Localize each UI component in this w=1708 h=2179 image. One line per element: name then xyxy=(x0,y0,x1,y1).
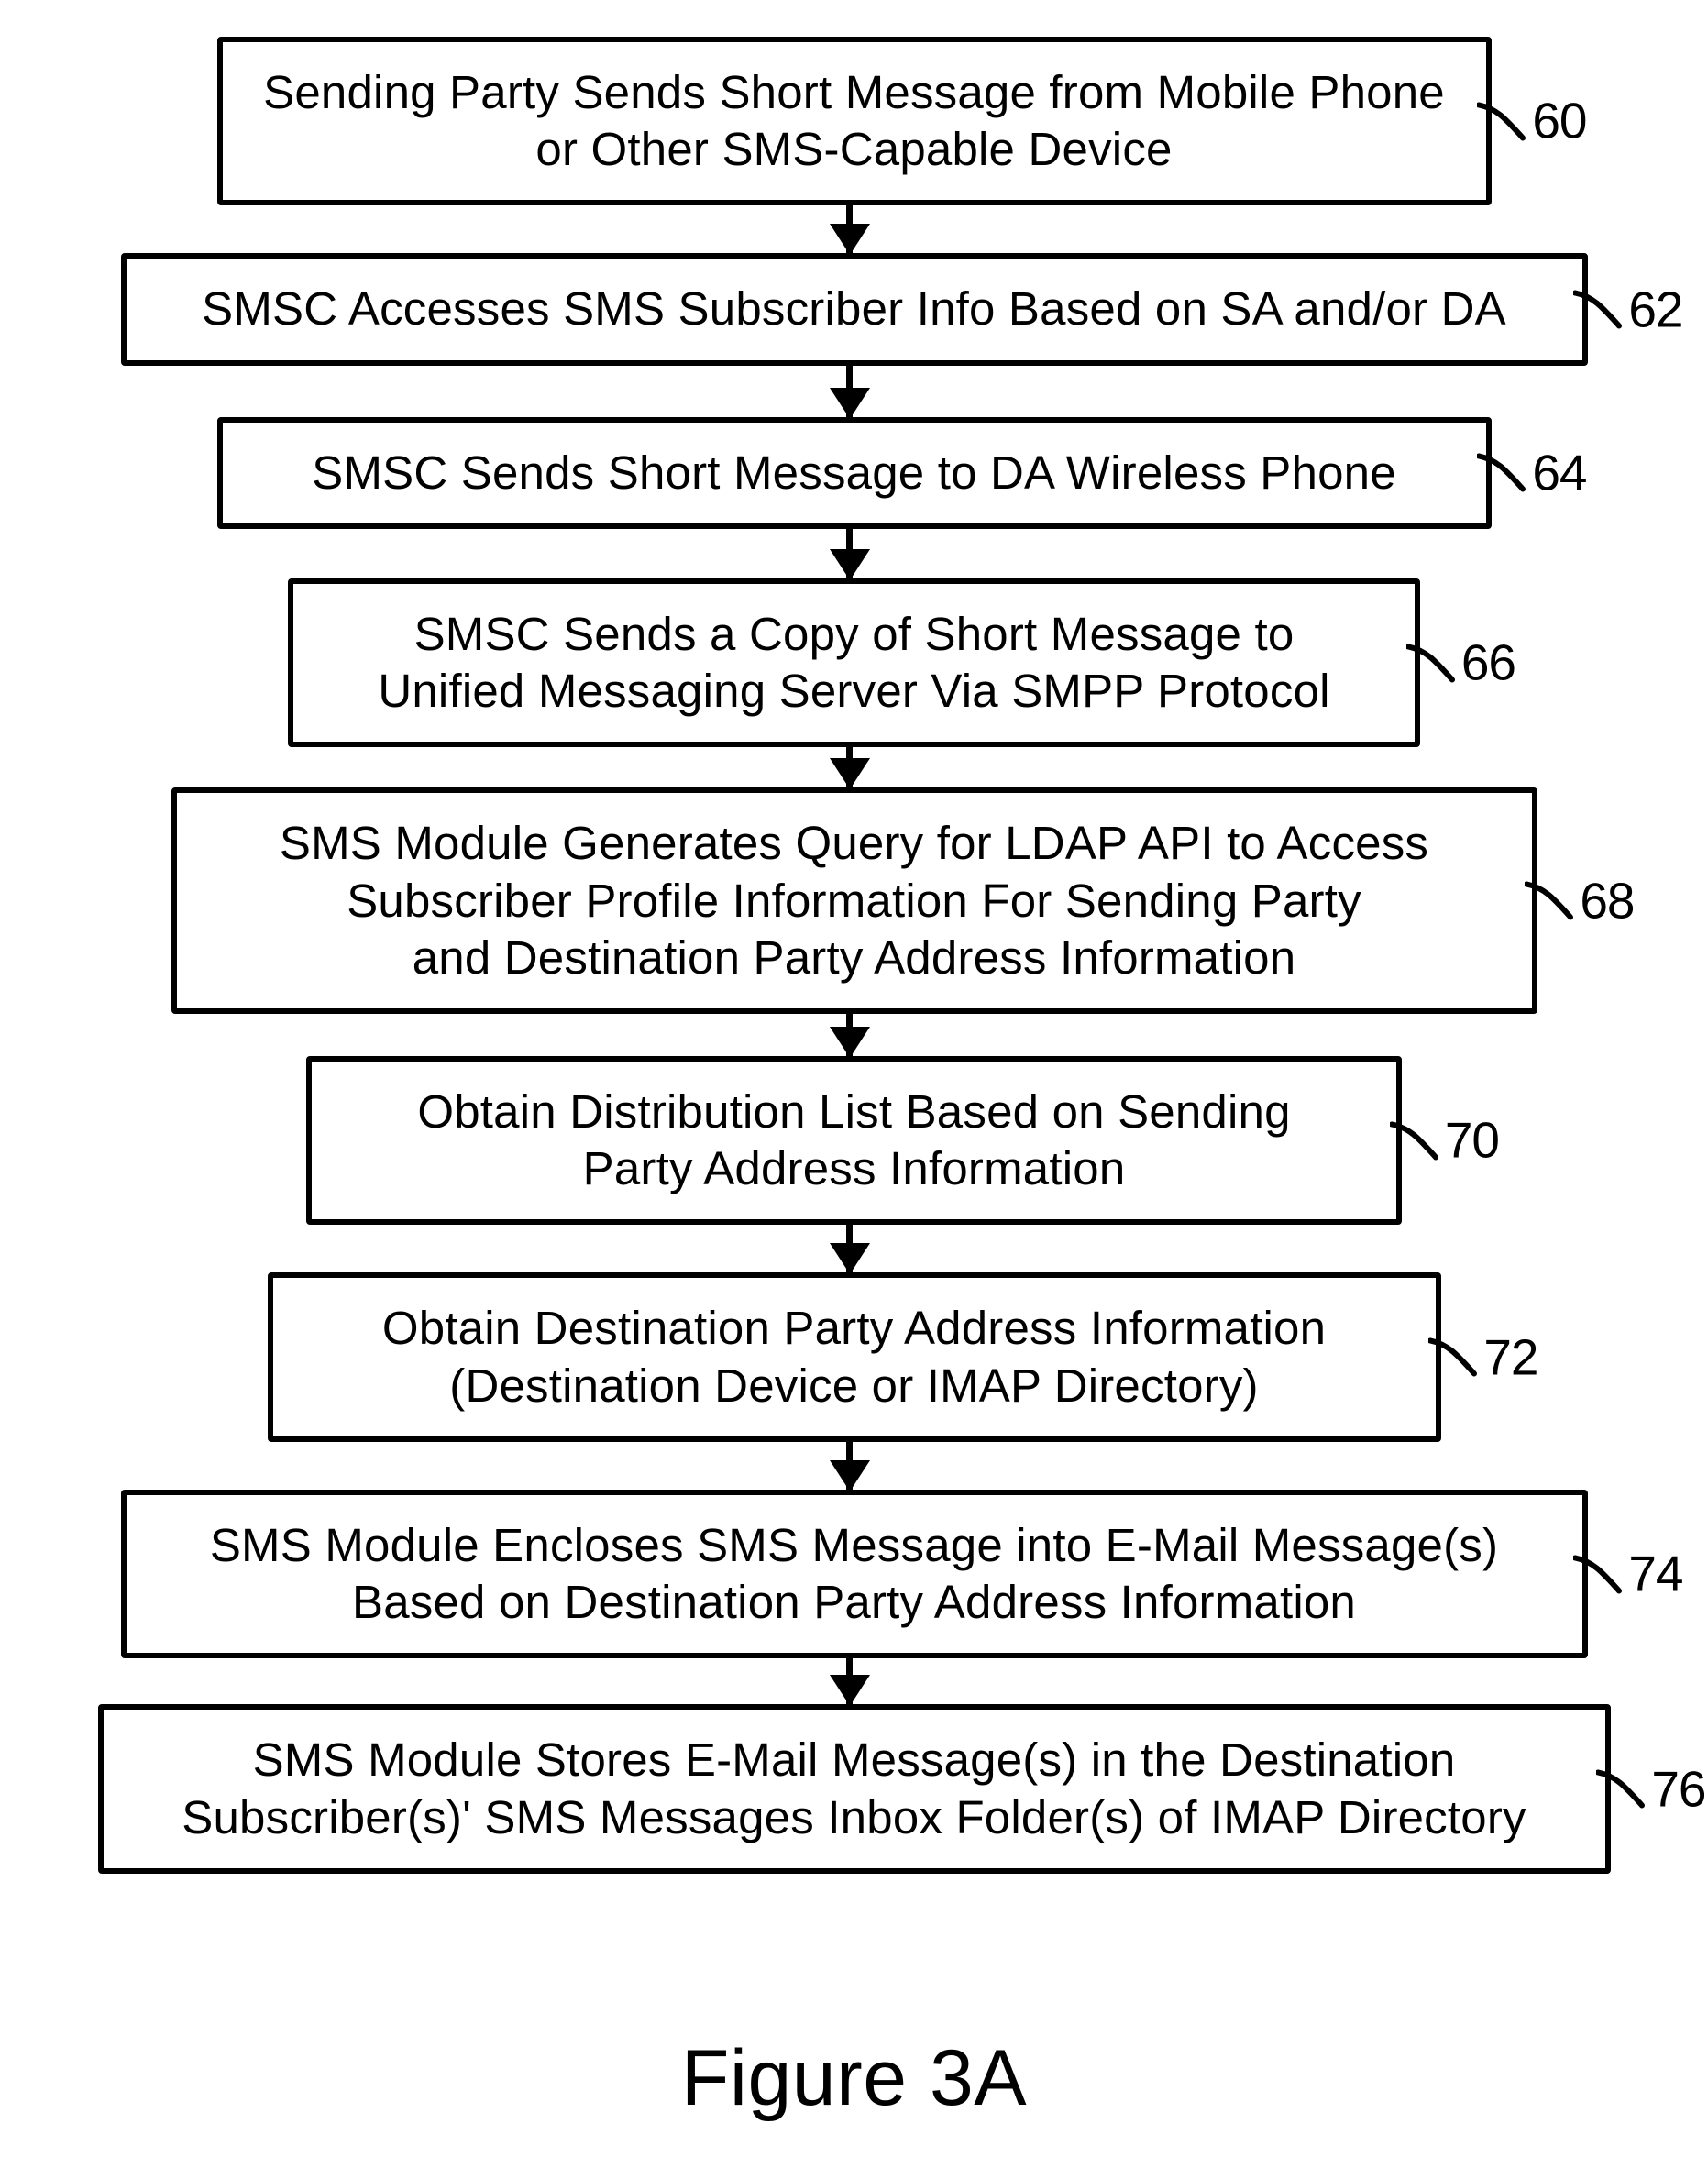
flow-arrow xyxy=(846,529,853,578)
reference-number: 66 xyxy=(1461,633,1515,694)
reference-number: 70 xyxy=(1445,1110,1499,1172)
flow-step-text: SMSC Accesses SMS Subscriber Info Based … xyxy=(202,282,1506,335)
reference-label: 68 xyxy=(1525,870,1634,931)
flow-step-text: SMS Module Stores E-Mail Message(s) in t… xyxy=(182,1733,1526,1843)
reference-number: 72 xyxy=(1483,1326,1537,1388)
flow-arrow xyxy=(846,205,853,253)
reference-number: 74 xyxy=(1628,1544,1682,1605)
flow-arrow xyxy=(846,1658,853,1704)
flowchart-column: Sending Party Sends Short Message from M… xyxy=(0,37,1708,1874)
flow-step: SMS Module Generates Query for LDAP API … xyxy=(171,787,1537,1014)
flow-step: SMS Module Stores E-Mail Message(s) in t… xyxy=(98,1704,1611,1873)
flow-arrow xyxy=(846,1014,853,1056)
reference-number: 68 xyxy=(1580,870,1634,931)
flow-step-text: Sending Party Sends Short Message from M… xyxy=(263,66,1445,175)
reference-number: 62 xyxy=(1628,279,1682,340)
flow-step-text: Obtain Distribution List Based on Sendin… xyxy=(417,1085,1290,1194)
flow-step-text: SMSC Sends a Copy of Short Message to Un… xyxy=(378,608,1329,717)
reference-label: 72 xyxy=(1428,1326,1537,1388)
flow-step-text: SMSC Sends Short Message to DA Wireless … xyxy=(312,446,1396,499)
reference-label: 64 xyxy=(1477,442,1586,503)
flow-step-text: SMS Module Generates Query for LDAP API … xyxy=(280,817,1428,983)
flow-arrow xyxy=(846,1442,853,1490)
flow-step: Sending Party Sends Short Message from M… xyxy=(217,37,1492,205)
flow-arrow xyxy=(846,1225,853,1272)
flow-step-text: Obtain Destination Party Address Informa… xyxy=(382,1302,1326,1411)
flow-step-text: SMS Module Encloses SMS Message into E-M… xyxy=(210,1519,1498,1628)
reference-number: 60 xyxy=(1532,91,1586,152)
reference-number: 64 xyxy=(1532,442,1586,503)
flow-step: SMSC Accesses SMS Subscriber Info Based … xyxy=(121,253,1588,365)
flow-arrow xyxy=(846,366,853,417)
flow-step: SMSC Sends Short Message to DA Wireless … xyxy=(217,417,1492,529)
flow-step: Obtain Destination Party Address Informa… xyxy=(268,1272,1441,1441)
reference-label: 60 xyxy=(1477,91,1586,152)
reference-label: 66 xyxy=(1406,633,1515,694)
reference-number: 76 xyxy=(1651,1758,1705,1820)
flow-arrow xyxy=(846,747,853,787)
flow-step: Obtain Distribution List Based on Sendin… xyxy=(306,1056,1402,1225)
reference-label: 76 xyxy=(1596,1758,1705,1820)
flow-step: SMS Module Encloses SMS Message into E-M… xyxy=(121,1490,1588,1658)
flow-step: SMSC Sends a Copy of Short Message to Un… xyxy=(288,578,1420,747)
reference-label: 74 xyxy=(1573,1544,1682,1605)
diagram-canvas: Sending Party Sends Short Message from M… xyxy=(0,0,1708,2179)
reference-label: 70 xyxy=(1390,1110,1499,1172)
reference-label: 62 xyxy=(1573,279,1682,340)
figure-caption: Figure 3A xyxy=(0,2033,1708,2124)
